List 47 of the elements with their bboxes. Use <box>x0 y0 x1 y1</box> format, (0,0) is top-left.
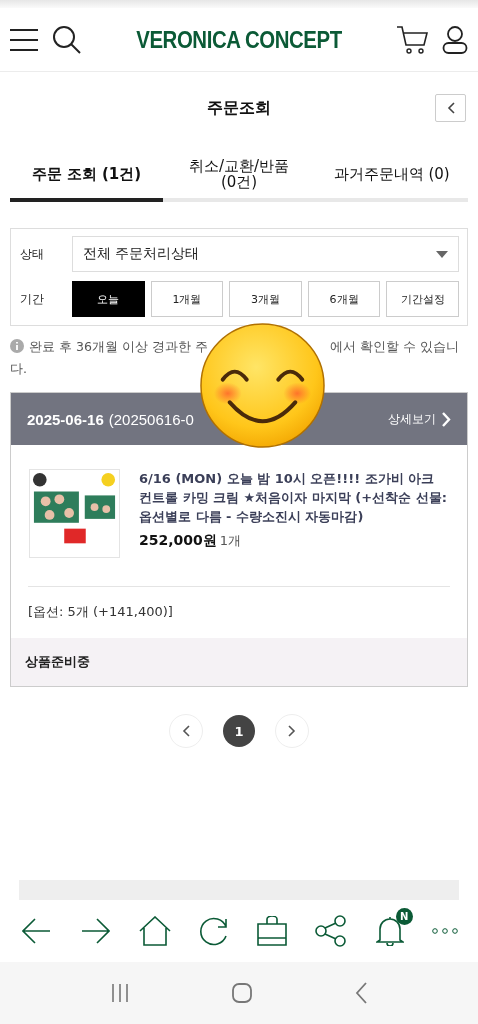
order-status: 상품준비중 <box>11 638 467 686</box>
period-button[interactable]: 기간설정 <box>386 281 459 317</box>
chevron-right-icon <box>288 725 296 737</box>
chevron-left-icon <box>182 725 190 737</box>
notice-text: 완료 후 36개월 이상 경과한 주 에서 확인할 수 있습니다. <box>10 338 460 378</box>
home-icon[interactable] <box>138 916 171 946</box>
user-icon[interactable] <box>442 24 468 55</box>
more-icon[interactable] <box>431 928 458 934</box>
forward-arrow-icon[interactable] <box>80 918 111 944</box>
product-price: 252,000원 <box>139 532 217 550</box>
page-number[interactable]: 1 <box>223 715 255 747</box>
tab[interactable]: 주문 조회 (1건) <box>10 152 163 202</box>
order-number: (20250616-0 <box>108 410 195 428</box>
cart-icon[interactable] <box>396 24 428 55</box>
status-label: 상태 <box>20 245 45 263</box>
product-quantity: 1개 <box>219 532 242 550</box>
status-dropdown[interactable]: 전체 주문처리상태 <box>72 236 459 272</box>
back-arrow-icon[interactable] <box>22 918 52 944</box>
info-icon <box>10 339 24 353</box>
product-title[interactable]: 6/16 (MON) 오늘 밤 10시 오픈!!!! 조가비 아크 컨트롤 카밍 크림 ★처음이자 마지막 (+선착순 선물: 옵션별로 다름 - 수량소진시 자동마감) <box>139 469 449 526</box>
option-text: [옵션: 5개 (+141,400)] <box>27 603 174 621</box>
back-button[interactable] <box>435 94 466 122</box>
share-icon[interactable] <box>315 915 348 947</box>
search-icon[interactable] <box>52 24 82 55</box>
order-date: 2025-06-16 <box>27 410 104 428</box>
menu-icon[interactable] <box>10 27 38 52</box>
notification-badge: N <box>395 908 413 925</box>
period-button[interactable]: 오늘 <box>72 281 145 317</box>
period-button[interactable]: 3개월 <box>229 281 302 317</box>
home-button-icon[interactable] <box>232 983 252 1003</box>
page-title: 주문조회 <box>207 97 271 119</box>
nav-back-icon[interactable] <box>354 982 367 1004</box>
period-button[interactable]: 1개월 <box>150 281 224 317</box>
chevron-right-icon <box>442 411 451 427</box>
tab[interactable]: 취소/교환/반품 (0건) <box>162 152 316 202</box>
chevron-left-icon <box>446 102 455 114</box>
period-button[interactable]: 6개월 <box>307 281 381 317</box>
recent-apps-icon[interactable] <box>111 984 130 1002</box>
refresh-icon[interactable] <box>198 916 229 946</box>
shopping-bag-icon[interactable] <box>257 916 288 946</box>
next-page-button[interactable] <box>275 714 309 748</box>
logo[interactable]: VERONICA CONCEPT <box>117 25 361 54</box>
caret-icon <box>436 250 448 258</box>
period-label: 기간 <box>20 290 45 308</box>
detail-link[interactable]: 상세보기 <box>388 410 451 428</box>
prev-page-button[interactable] <box>169 714 203 748</box>
tab[interactable]: 과거주문내역 (0) <box>315 152 468 202</box>
